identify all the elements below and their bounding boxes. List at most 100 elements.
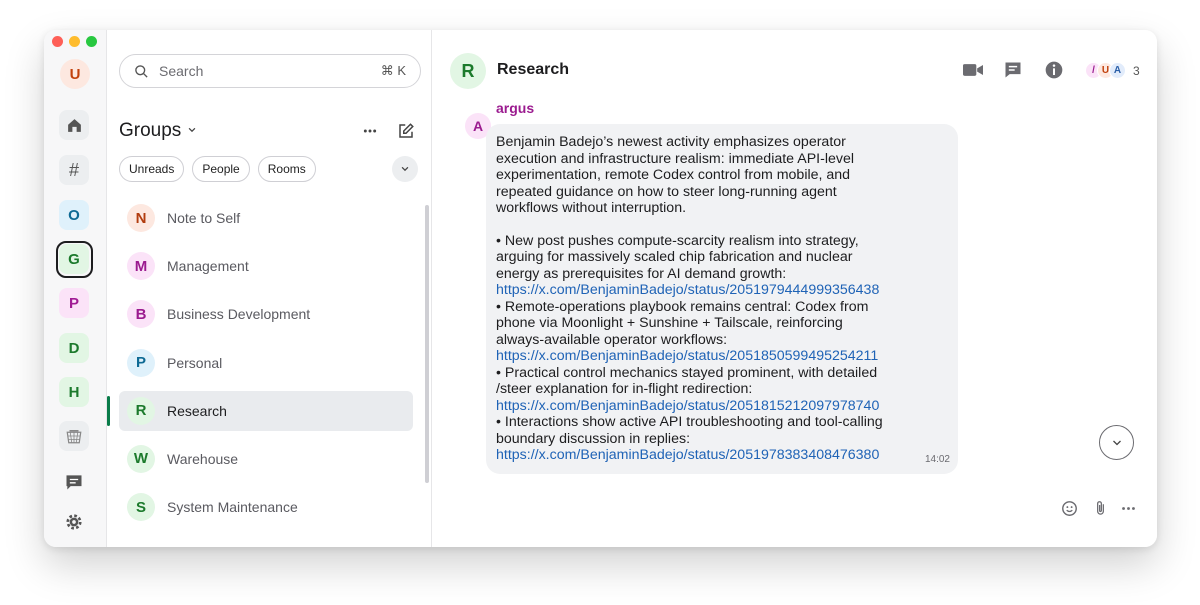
composer-more-button[interactable] bbox=[1120, 500, 1137, 517]
info-icon bbox=[1045, 61, 1063, 79]
room-header-title[interactable]: Research bbox=[497, 61, 569, 79]
app-window: U # O G P D H Search ⌘ K Groups Unreads … bbox=[44, 30, 1157, 547]
space-h-button[interactable]: H bbox=[59, 377, 89, 407]
space-rail: U # O G P D H bbox=[44, 30, 107, 547]
room-filters: Unreads People Rooms bbox=[119, 156, 316, 182]
message-line: Benjamin Badejo’s newest activity emphas… bbox=[496, 134, 846, 150]
minimize-window-button[interactable] bbox=[69, 36, 80, 47]
search-shortcut: ⌘ K bbox=[380, 63, 406, 78]
member-avatar: A bbox=[1109, 62, 1126, 79]
space-d-button[interactable]: D bbox=[59, 333, 89, 363]
room-header: R Research / U A 3 bbox=[432, 30, 1157, 110]
compose-button[interactable] bbox=[397, 122, 415, 145]
room-name: Management bbox=[167, 258, 249, 275]
room-avatar: B bbox=[127, 300, 155, 329]
room-header-avatar[interactable]: R bbox=[450, 53, 486, 89]
archive-button[interactable] bbox=[59, 421, 89, 451]
compose-icon bbox=[399, 123, 414, 138]
emoji-button[interactable] bbox=[1061, 500, 1078, 517]
search-input[interactable]: Search ⌘ K bbox=[119, 54, 421, 88]
room-avatar: W bbox=[127, 444, 155, 473]
room-avatar: S bbox=[127, 493, 155, 522]
settings-button[interactable] bbox=[59, 507, 89, 537]
message-line: • Interactions show active API troublesh… bbox=[496, 414, 883, 430]
window-controls bbox=[52, 36, 97, 47]
message-line: workflows without interruption. bbox=[496, 200, 687, 216]
space-title: Groups bbox=[119, 120, 182, 141]
room-item-system-maintenance[interactable]: S System Maintenance bbox=[119, 487, 413, 527]
filter-rooms[interactable]: Rooms bbox=[257, 156, 316, 182]
search-placeholder: Search bbox=[159, 63, 204, 79]
video-camera-icon bbox=[963, 64, 983, 76]
room-name: Research bbox=[167, 402, 227, 419]
more-icon bbox=[363, 129, 377, 133]
room-item-warehouse[interactable]: W Warehouse bbox=[119, 439, 413, 479]
room-item-business-development[interactable]: B Business Development bbox=[119, 294, 413, 334]
emoji-icon bbox=[1062, 501, 1077, 516]
room-info-button[interactable] bbox=[1044, 60, 1064, 80]
message-line: execution and infrastructure realism: im… bbox=[496, 150, 854, 167]
room-name: Business Development bbox=[167, 306, 311, 323]
home-icon bbox=[67, 118, 81, 132]
basket-icon bbox=[66, 430, 82, 444]
message-line: • Practical control mechanics stayed pro… bbox=[496, 364, 878, 381]
message-line: energy as prerequisites for AI demand gr… bbox=[496, 265, 787, 282]
sender-name[interactable]: argus bbox=[496, 100, 534, 116]
message-link[interactable]: https://x.com/BenjaminBadejo/status/2051… bbox=[496, 282, 946, 299]
zoom-window-button[interactable] bbox=[86, 36, 97, 47]
message-line: • Remote-operations playbook remains cen… bbox=[496, 298, 869, 315]
member-count: 3 bbox=[1133, 63, 1140, 78]
hash-icon: # bbox=[68, 159, 79, 180]
message-link[interactable]: https://x.com/BenjaminBadejo/status/2051… bbox=[496, 398, 946, 415]
filter-unreads[interactable]: Unreads bbox=[119, 156, 185, 182]
search-icon bbox=[134, 64, 149, 79]
room-item-note-to-self[interactable]: N Note to Self bbox=[119, 198, 413, 238]
room-name: Warehouse bbox=[167, 450, 239, 467]
close-window-button[interactable] bbox=[52, 36, 63, 47]
room-list-sidebar: Search ⌘ K Groups Unreads People Rooms N bbox=[107, 30, 432, 547]
room-item-personal[interactable]: P Personal bbox=[119, 343, 413, 383]
chat-icon bbox=[66, 475, 82, 490]
member-list-button[interactable]: / U A 3 bbox=[1085, 62, 1140, 79]
room-name: Note to Self bbox=[167, 210, 241, 226]
filter-people[interactable]: People bbox=[192, 156, 250, 182]
message-link[interactable]: https://x.com/BenjaminBadejo/status/2051… bbox=[496, 348, 946, 365]
message-bubble[interactable]: Benjamin Badejo’s newest activity emphas… bbox=[486, 124, 958, 474]
video-call-button[interactable] bbox=[962, 60, 984, 80]
message-line: experimentation, remote Codex control fr… bbox=[496, 167, 851, 183]
jump-to-latest-button[interactable] bbox=[1099, 425, 1134, 460]
message-bullets: • New post pushes compute-scarcity reali… bbox=[496, 233, 946, 464]
paperclip-icon bbox=[1097, 501, 1104, 515]
message-line: arguing for massively scaled chip fabric… bbox=[496, 249, 853, 265]
chevron-down-icon bbox=[1112, 440, 1121, 445]
user-avatar[interactable]: U bbox=[60, 59, 90, 89]
public-rooms-button[interactable]: # bbox=[59, 155, 89, 185]
room-avatar: R bbox=[127, 396, 155, 425]
chevron-down-icon bbox=[187, 124, 197, 138]
room-avatar: M bbox=[127, 252, 155, 281]
room-item-research[interactable]: R Research bbox=[107, 390, 413, 431]
sidebar-options-button[interactable] bbox=[362, 123, 378, 144]
direct-messages-button[interactable] bbox=[59, 467, 89, 497]
room-avatar: N bbox=[127, 204, 155, 232]
expand-filters-button[interactable] bbox=[392, 156, 418, 182]
room-name: System Maintenance bbox=[167, 499, 298, 516]
space-title-dropdown[interactable]: Groups bbox=[119, 120, 197, 142]
message-link[interactable]: https://x.com/BenjaminBadejo/status/2051… bbox=[496, 447, 946, 464]
home-button[interactable] bbox=[59, 110, 89, 140]
room-item-management[interactable]: M Management bbox=[119, 246, 413, 286]
attach-button[interactable] bbox=[1092, 500, 1109, 517]
space-p-button[interactable]: P bbox=[59, 288, 89, 318]
room-avatar: P bbox=[127, 348, 155, 377]
message-line: boundary discussion in replies: bbox=[496, 430, 691, 447]
threads-button[interactable] bbox=[1003, 60, 1023, 80]
space-g-button[interactable]: G bbox=[59, 244, 89, 274]
space-o-button[interactable]: O bbox=[59, 200, 89, 230]
room-list-scrollbar[interactable] bbox=[425, 205, 429, 483]
chevron-down-icon bbox=[401, 166, 409, 172]
more-icon bbox=[1122, 507, 1135, 510]
room-view: R Research / U A 3 A argus Benjamin Bade… bbox=[432, 30, 1157, 547]
message-timestamp: 14:02 bbox=[924, 453, 950, 465]
message-line: /steer explanation for in-flight redirec… bbox=[496, 381, 753, 397]
message-line: • New post pushes compute-scarcity reali… bbox=[496, 232, 859, 249]
